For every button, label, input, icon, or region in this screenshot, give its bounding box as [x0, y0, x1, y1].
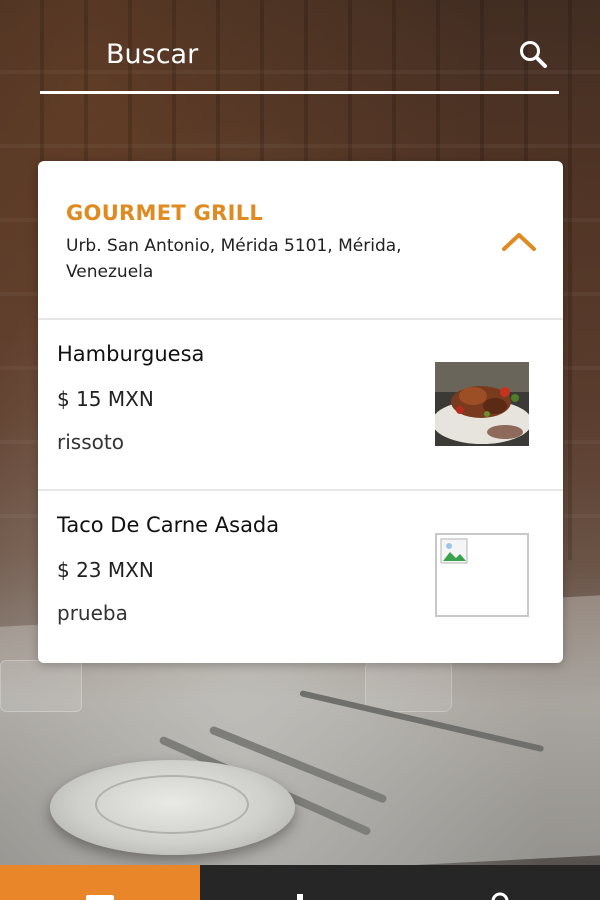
restaurant-header[interactable]: GOURMET GRILL Urb. San Antonio, Mérida 5…	[38, 161, 563, 320]
nav-tab-map[interactable]	[200, 865, 400, 900]
menu-item-price: $ 23 MXN	[57, 558, 154, 582]
menu-item-price: $ 15 MXN	[57, 387, 154, 411]
search-bar	[40, 20, 559, 94]
restaurant-name: GOURMET GRILL	[66, 201, 264, 225]
broken-image-icon	[435, 533, 529, 617]
restaurant-address: Urb. San Antonio, Mérida 5101, Mérida, V…	[66, 236, 402, 282]
bottom-navigation	[0, 865, 600, 900]
menu-item-name: Hamburguesa	[57, 342, 205, 366]
restaurant-card: GOURMET GRILL Urb. San Antonio, Mérida 5…	[38, 161, 563, 663]
chevron-up-icon[interactable]	[501, 229, 537, 253]
menu-item-name: Taco De Carne Asada	[57, 513, 280, 537]
menu-item[interactable]: Hamburguesa $ 15 MXN rissoto	[38, 320, 563, 491]
map-pin-icon	[297, 894, 303, 900]
menu-item-description: rissoto	[57, 430, 124, 454]
search-icon[interactable]	[517, 38, 549, 70]
screen: GOURMET GRILL Urb. San Antonio, Mérida 5…	[0, 0, 600, 900]
nav-tab-profile[interactable]	[400, 865, 600, 900]
menu-item[interactable]: Taco De Carne Asada $ 23 MXN prueba	[38, 491, 563, 662]
background-plate-rim	[95, 775, 249, 834]
search-input[interactable]	[106, 34, 486, 74]
background-glass	[0, 660, 82, 712]
background-glass	[365, 660, 452, 712]
user-icon	[491, 892, 509, 900]
menu-item-photo	[435, 362, 529, 446]
menu-item-description: prueba	[57, 601, 128, 625]
restaurant-icon	[86, 895, 114, 900]
nav-tab-restaurants[interactable]	[0, 865, 200, 900]
